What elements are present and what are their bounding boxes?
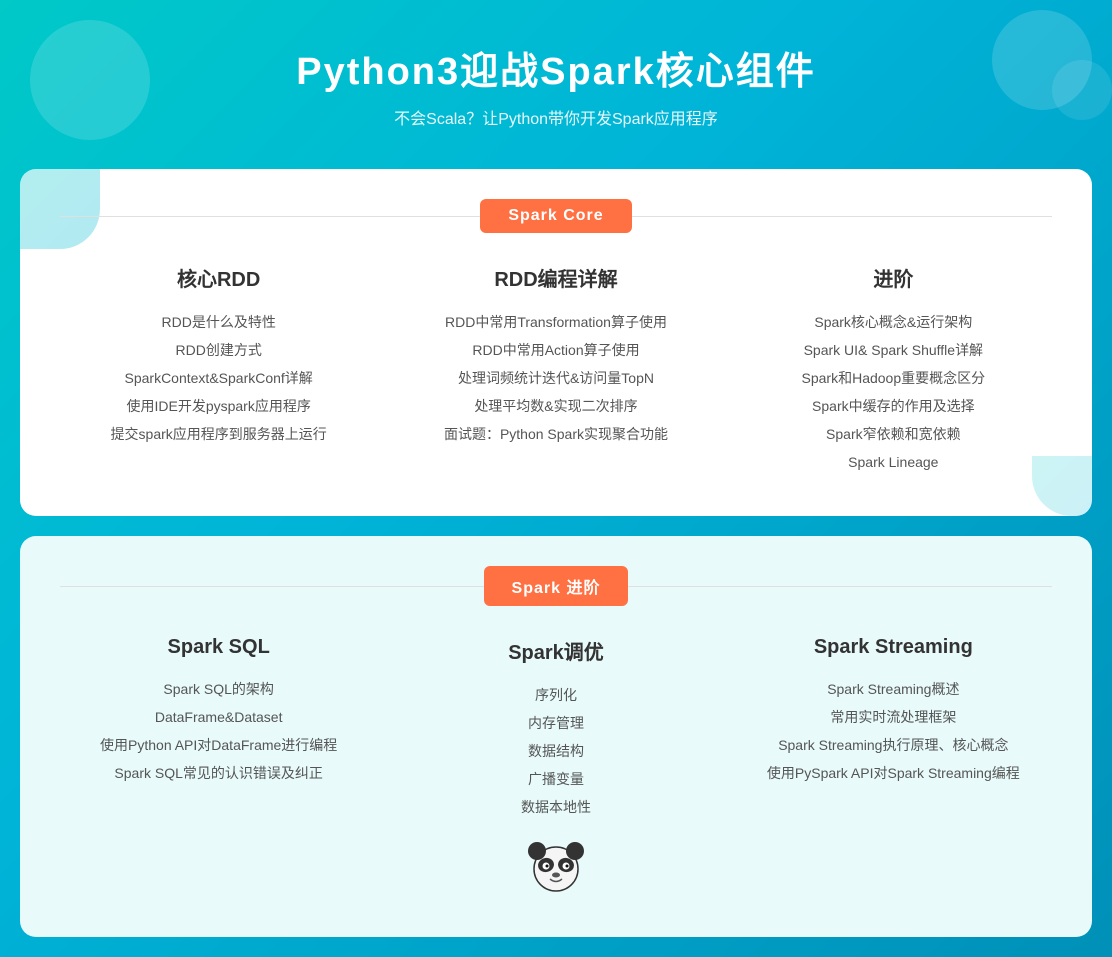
deco-circle-left [30, 20, 150, 140]
tuning-item-2: 内存管理 [397, 709, 714, 737]
col-advanced-title: 进阶 [735, 263, 1052, 292]
rdd-detail-item-4: 处理平均数&实现二次排序 [397, 392, 714, 420]
col-spark-sql-title: Spark SQL [60, 636, 377, 659]
rdd-item-1: RDD是什么及特性 [60, 308, 377, 336]
rdd-item-2: RDD创建方式 [60, 336, 377, 364]
spark-advanced-grid: Spark SQL Spark SQL的架构 DataFrame&Dataset… [60, 636, 1052, 897]
advanced-item-3: Spark和Hadoop重要概念区分 [735, 364, 1052, 392]
streaming-item-3: Spark Streaming执行原理、核心概念 [735, 731, 1052, 759]
advanced-item-5: Spark窄依赖和宽依赖 [735, 420, 1052, 448]
col-advanced: 进阶 Spark核心概念&运行架构 Spark UI& Spark Shuffl… [735, 263, 1052, 476]
spark-core-badge-wrap: Spark Core [60, 199, 1052, 233]
advanced-item-4: Spark中缓存的作用及选择 [735, 392, 1052, 420]
col-rdd-detail: RDD编程详解 RDD中常用Transformation算子使用 RDD中常用A… [397, 263, 714, 476]
streaming-item-1: Spark Streaming概述 [735, 675, 1052, 703]
col-spark-streaming: Spark Streaming Spark Streaming概述 常用实时流处… [735, 636, 1052, 897]
sql-item-1: Spark SQL的架构 [60, 675, 377, 703]
col-rdd-core: 核心RDD RDD是什么及特性 RDD创建方式 SparkContext&Spa… [60, 263, 377, 476]
streaming-item-2: 常用实时流处理框架 [735, 703, 1052, 731]
rdd-item-4: 使用IDE开发pyspark应用程序 [60, 392, 377, 420]
advanced-item-2: Spark UI& Spark Shuffle详解 [735, 336, 1052, 364]
tuning-item-3: 数据结构 [397, 737, 714, 765]
col-rdd-core-items: RDD是什么及特性 RDD创建方式 SparkContext&SparkConf… [60, 308, 377, 448]
sql-item-2: DataFrame&Dataset [60, 703, 377, 731]
rdd-item-3: SparkContext&SparkConf详解 [60, 364, 377, 392]
page-title: Python3迎战Spark核心组件 [20, 40, 1092, 95]
panda-icon-area [397, 837, 714, 897]
rdd-detail-item-2: RDD中常用Action算子使用 [397, 336, 714, 364]
spark-advanced-card: Spark 进阶 Spark SQL Spark SQL的架构 DataFram… [20, 536, 1092, 937]
tuning-item-4: 广播变量 [397, 765, 714, 793]
page-wrapper: Python3迎战Spark核心组件 不会Scala？让Python带你开发Sp… [0, 0, 1112, 937]
tuning-item-5: 数据本地性 [397, 793, 714, 821]
sql-item-4: Spark SQL常见的认识错误及纠正 [60, 759, 377, 787]
col-rdd-core-title: 核心RDD [60, 263, 377, 292]
card-deco-right [1032, 456, 1092, 516]
header: Python3迎战Spark核心组件 不会Scala？让Python带你开发Sp… [0, 0, 1112, 159]
panda-icon [521, 837, 591, 897]
spark-core-grid: 核心RDD RDD是什么及特性 RDD创建方式 SparkContext&Spa… [60, 263, 1052, 476]
advanced-item-6: Spark Lineage [735, 448, 1052, 476]
rdd-detail-item-1: RDD中常用Transformation算子使用 [397, 308, 714, 336]
tuning-item-1: 序列化 [397, 681, 714, 709]
rdd-detail-item-3: 处理词频统计迭代&访问量TopN [397, 364, 714, 392]
col-spark-streaming-title: Spark Streaming [735, 636, 1052, 659]
col-spark-tuning-title: Spark调优 [397, 636, 714, 665]
col-advanced-items: Spark核心概念&运行架构 Spark UI& Spark Shuffle详解… [735, 308, 1052, 476]
sql-item-3: 使用Python API对DataFrame进行编程 [60, 731, 377, 759]
spark-advanced-badge-wrap: Spark 进阶 [60, 566, 1052, 606]
col-spark-tuning: Spark调优 序列化 内存管理 数据结构 广播变量 数据本地性 [397, 636, 714, 897]
col-spark-tuning-items: 序列化 内存管理 数据结构 广播变量 数据本地性 [397, 681, 714, 821]
col-spark-sql: Spark SQL Spark SQL的架构 DataFrame&Dataset… [60, 636, 377, 897]
spark-advanced-badge: Spark 进阶 [484, 566, 629, 606]
streaming-item-4: 使用PySpark API对Spark Streaming编程 [735, 759, 1052, 787]
page-subtitle: 不会Scala？让Python带你开发Spark应用程序 [20, 105, 1092, 129]
col-rdd-detail-title: RDD编程详解 [397, 263, 714, 292]
spark-core-badge: Spark Core [480, 199, 631, 233]
advanced-item-1: Spark核心概念&运行架构 [735, 308, 1052, 336]
rdd-item-5: 提交spark应用程序到服务器上运行 [60, 420, 377, 448]
deco-circle-right2 [1052, 60, 1112, 120]
col-spark-sql-items: Spark SQL的架构 DataFrame&Dataset 使用Python … [60, 675, 377, 787]
rdd-detail-item-5: 面试题：Python Spark实现聚合功能 [397, 420, 714, 448]
col-rdd-detail-items: RDD中常用Transformation算子使用 RDD中常用Action算子使… [397, 308, 714, 448]
spark-core-card: Spark Core 核心RDD RDD是什么及特性 RDD创建方式 Spark… [20, 169, 1092, 516]
col-spark-streaming-items: Spark Streaming概述 常用实时流处理框架 Spark Stream… [735, 675, 1052, 787]
